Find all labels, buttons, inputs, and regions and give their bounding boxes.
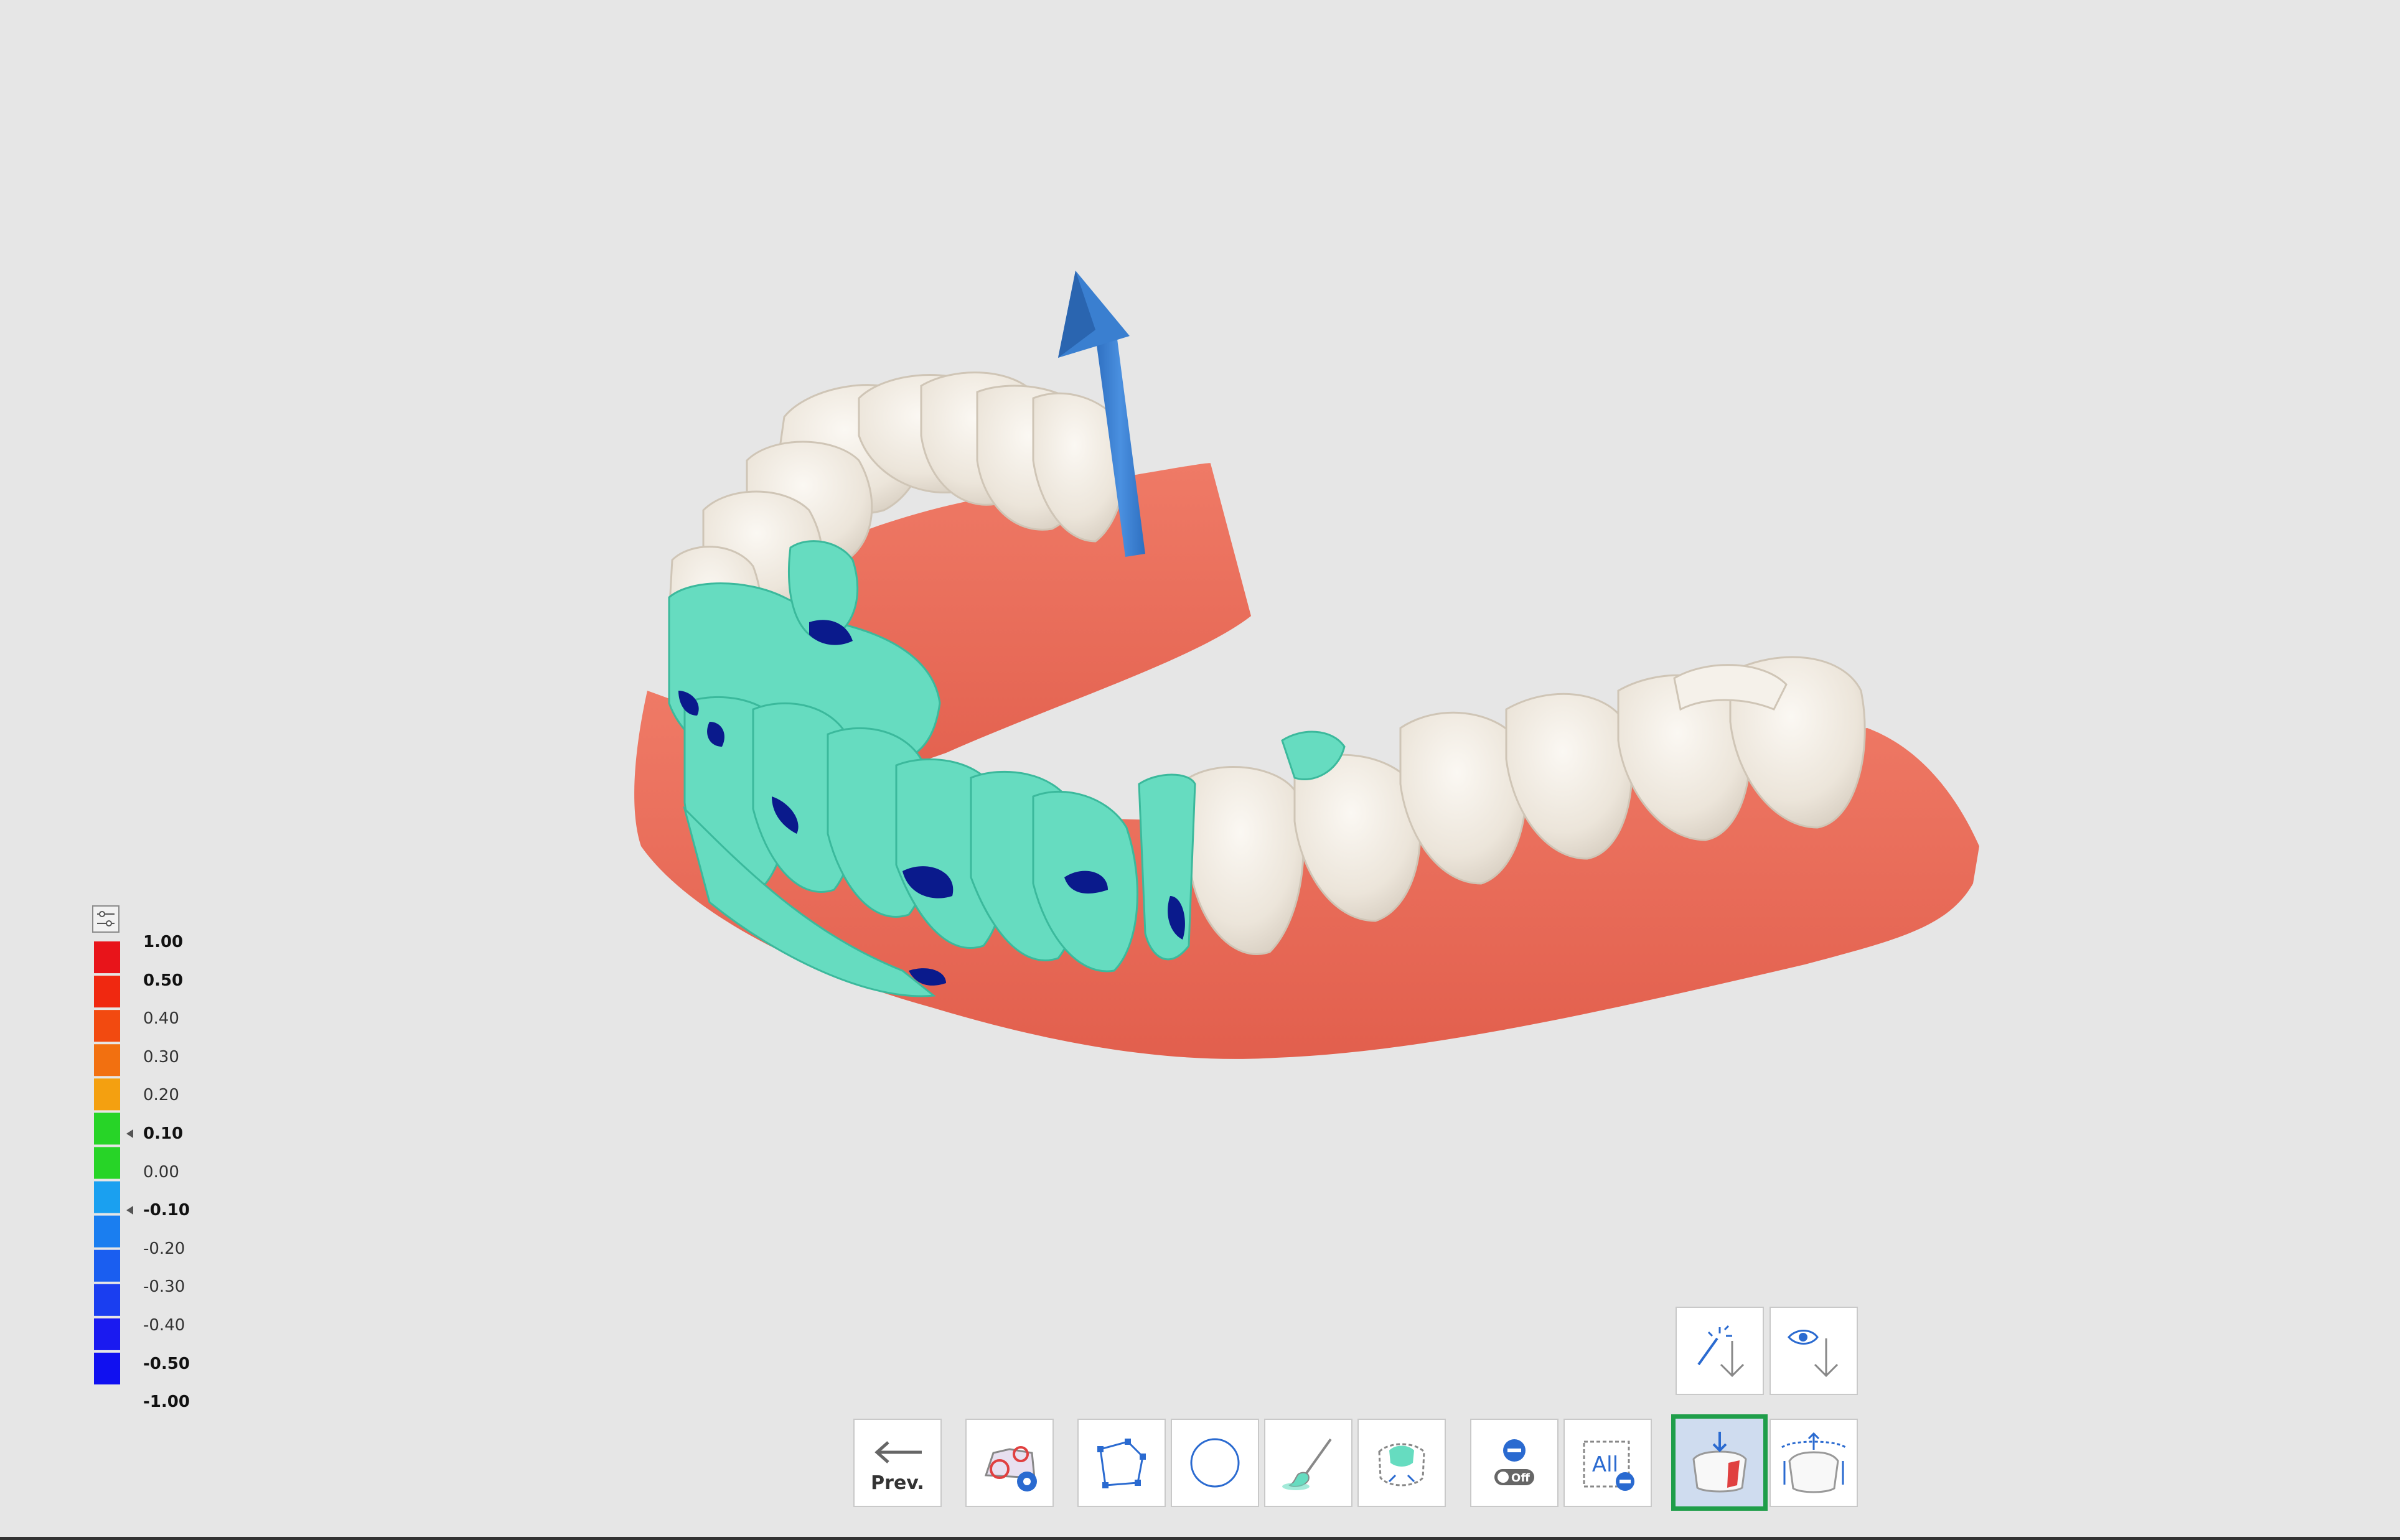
remove-toggle-icon: Off bbox=[1494, 1439, 1534, 1485]
legend-label: 0.20 bbox=[143, 1086, 179, 1105]
arrow-left-icon bbox=[874, 1441, 922, 1463]
legend-threshold-marker[interactable] bbox=[126, 1129, 133, 1138]
eye-down-icon bbox=[1788, 1330, 1839, 1378]
auto-direction-button[interactable] bbox=[1676, 1307, 1764, 1395]
legend-label: -0.20 bbox=[143, 1239, 185, 1258]
legend-color-segment bbox=[94, 976, 120, 1008]
legend-color-segment bbox=[94, 1113, 120, 1145]
scan-settings-icon bbox=[984, 1446, 1037, 1491]
legend-label: 0.00 bbox=[143, 1162, 179, 1182]
legend-color-segment bbox=[94, 1249, 120, 1282]
svg-text:All: All bbox=[1592, 1452, 1618, 1477]
legend-label: -0.30 bbox=[143, 1277, 185, 1297]
polygon-select-button[interactable] bbox=[1077, 1419, 1166, 1507]
legend-label: 0.50 bbox=[143, 971, 184, 990]
window-bottom-border bbox=[0, 1537, 2400, 1540]
polygon-icon bbox=[1097, 1439, 1146, 1488]
undercut-icon bbox=[1692, 1431, 1747, 1492]
legend-label: 0.10 bbox=[143, 1124, 184, 1143]
deviation-color-legend: 1.00 0.50 0.40 0.30 0.20 0.10 0.00 -0.10 -0.20 -0… bbox=[92, 905, 241, 1411]
all-remove-icon: All bbox=[1583, 1440, 1634, 1491]
legend-label: 0.40 bbox=[143, 1009, 179, 1029]
legend-color-segment bbox=[94, 1181, 120, 1213]
legend-color-segment bbox=[94, 1044, 120, 1076]
brush-button[interactable] bbox=[1264, 1419, 1352, 1507]
legend-color-segment bbox=[94, 941, 120, 974]
svg-text:Off: Off bbox=[1511, 1472, 1530, 1485]
prev-button[interactable]: Prev. bbox=[853, 1419, 942, 1507]
smart-select-button[interactable] bbox=[1357, 1419, 1446, 1507]
legend-color-segment bbox=[94, 1078, 120, 1111]
legend-settings-button[interactable] bbox=[92, 905, 120, 933]
smart-select-icon bbox=[1378, 1443, 1425, 1486]
legend-color-segment bbox=[94, 1352, 120, 1384]
legend-label: 1.00 bbox=[143, 933, 184, 951]
remove-off-button[interactable]: Off bbox=[1470, 1419, 1559, 1507]
legend-label: -0.50 bbox=[143, 1354, 190, 1373]
undercut-view-button[interactable] bbox=[1671, 1414, 1768, 1511]
dental-model[interactable] bbox=[0, 0, 2400, 1540]
legend-color-segment bbox=[94, 1318, 120, 1350]
3d-viewport[interactable] bbox=[0, 0, 2400, 1540]
legend-label: 0.30 bbox=[143, 1047, 179, 1066]
legend-color-bar bbox=[94, 941, 120, 1384]
magic-down-icon bbox=[1697, 1325, 1745, 1378]
legend-color-segment bbox=[94, 1215, 120, 1248]
legend-label: -1.00 bbox=[143, 1393, 190, 1412]
scan-settings-button[interactable] bbox=[965, 1419, 1054, 1507]
circle-icon bbox=[1190, 1438, 1240, 1488]
legend-color-segment bbox=[94, 1010, 120, 1042]
insertion-axis-button[interactable] bbox=[1770, 1419, 1858, 1507]
legend-label: -0.10 bbox=[143, 1201, 190, 1220]
view-direction-button[interactable] bbox=[1770, 1307, 1858, 1395]
sliders-icon bbox=[97, 911, 115, 926]
legend-threshold-marker[interactable] bbox=[126, 1206, 133, 1215]
prev-label: Prev. bbox=[871, 1472, 924, 1494]
brush-icon bbox=[1282, 1438, 1332, 1490]
insertion-axis-icon bbox=[1781, 1432, 1846, 1493]
legend-label: -0.40 bbox=[143, 1316, 185, 1335]
legend-color-segment bbox=[94, 1284, 120, 1316]
remove-all-button[interactable]: All bbox=[1563, 1419, 1652, 1507]
legend-color-segment bbox=[94, 1147, 120, 1179]
circle-select-button[interactable] bbox=[1171, 1419, 1259, 1507]
